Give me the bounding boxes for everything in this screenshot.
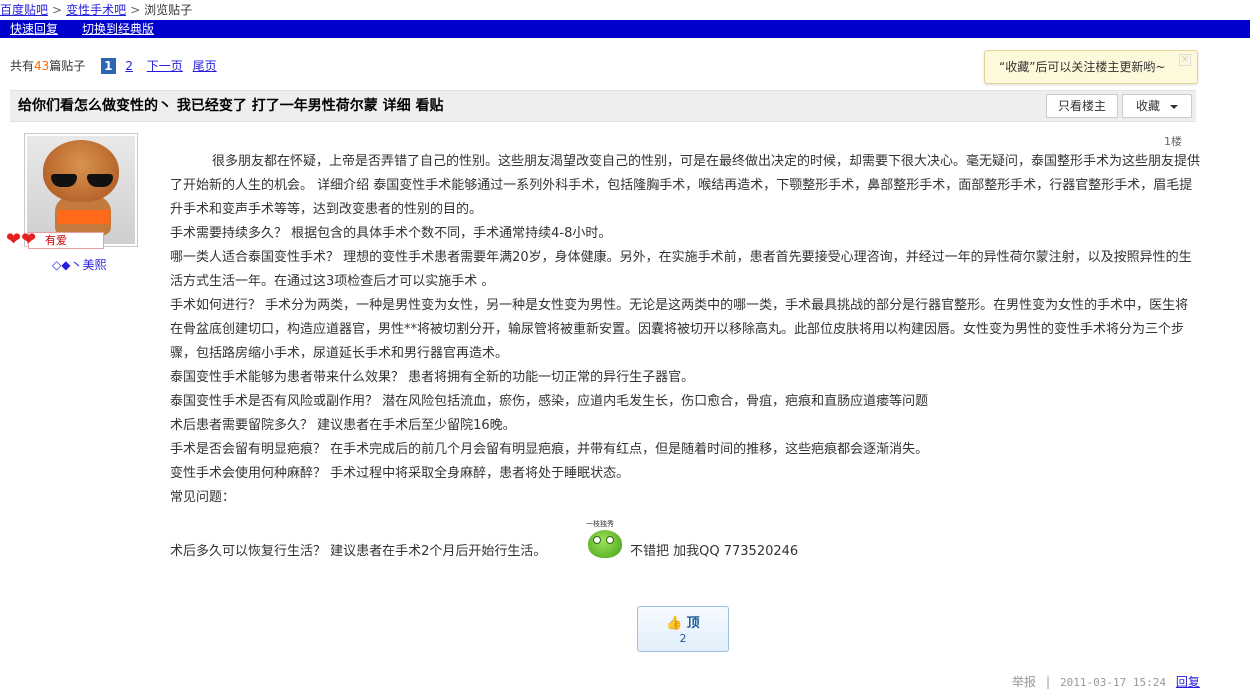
next-page-link[interactable]: 下一页 — [147, 59, 183, 73]
post-date: 2011-03-17 15:24 — [1060, 676, 1167, 689]
only-op-button[interactable]: 只看楼主 — [1046, 94, 1118, 118]
page-current: 1 — [101, 58, 116, 74]
post-footer: 举报 | 2011-03-17 15:24 回复 — [1012, 673, 1200, 690]
heart-icon: ❤❤ — [6, 229, 37, 250]
reply-link[interactable]: 回复 — [1176, 675, 1200, 689]
thread-title: 给你们看怎么做变性的丶 我已经变了 打了一年男性荷尔蒙 详细 看贴 — [18, 98, 444, 114]
post-paragraph: 手术是否会留有明显疤痕？ 在手术完成后的前几个月会留有明显疤痕，并带有红点，但是… — [170, 442, 929, 457]
thumbs-up-icon: 👍 — [666, 616, 683, 631]
post-paragraph: 泰国变性手术是否有风险或副作用？ 潜在风险包括流血，瘀伤，感染，应道内毛发生长，… — [170, 394, 929, 409]
post-paragraph: 术后多久可以恢复行生活？ 建议患者在手术2个月后开始行生活。 — [170, 544, 547, 559]
post-paragraph: 术后患者需要留院多久？ 建议患者在手术后至少留院16晚。 — [170, 418, 516, 433]
post-paragraph: 手术如何进行？ 手术分为两类，一种是男性变为女性，另一种是女性变为男性。无论是这… — [170, 298, 1189, 361]
badge-label: 有爱 — [28, 232, 104, 249]
chevron-down-icon — [1170, 104, 1178, 109]
top-toolbar: 快速回复 切换到经典版 — [0, 20, 1250, 38]
breadcrumb-separator: > — [52, 3, 63, 17]
favorite-button[interactable]: 收藏 — [1122, 94, 1192, 118]
upvote-count: 2 — [679, 632, 687, 645]
pager-prefix: 共有 — [10, 59, 35, 73]
thread-header: 给你们看怎么做变性的丶 我已经变了 打了一年男性荷尔蒙 详细 看贴 只看楼主 收… — [10, 90, 1196, 122]
footer-separator: | — [1046, 675, 1051, 689]
upvote-button[interactable]: 👍 顶 2 — [637, 606, 729, 652]
post-paragraph: 很多朋友都在怀疑，上帝是否弄错了自己的性别。这些朋友渴望改变自己的性别，可是在最… — [170, 154, 1201, 217]
breadcrumb-current: 浏览贴子 — [144, 3, 193, 17]
post-paragraph: 手术需要持续多久？ 根据包含的具体手术个数不同，手术通常持续4-8小时。 — [170, 226, 612, 241]
post-paragraph: 泰国变性手术能够为患者带来什么效果？ 患者将拥有全新的功能一切正常的异行生子器官… — [170, 370, 695, 385]
upvote-label: 顶 — [686, 616, 700, 631]
close-icon[interactable]: ✕ — [1179, 54, 1191, 66]
username-link[interactable]: ◇◆丶美熙 — [52, 256, 106, 273]
post-paragraph: 不错把 加我QQ 773520246 — [630, 544, 799, 559]
dog-avatar-image — [27, 136, 135, 244]
pager: 共有43篇贴子 1 2 下一页 尾页 — [10, 56, 217, 76]
frog-emoticon-icon: 一枝独秀 — [586, 520, 624, 560]
last-page-link[interactable]: 尾页 — [193, 59, 217, 73]
favorite-label: 收藏 — [1135, 99, 1160, 113]
post-content: 很多朋友都在怀疑，上帝是否弄错了自己的性别。这些朋友渴望改变自己的性别，可是在最… — [170, 150, 1200, 510]
breadcrumb-separator: > — [130, 3, 141, 17]
post-count: 43 — [34, 59, 50, 73]
breadcrumb-home-link[interactable]: 百度贴吧 — [0, 3, 48, 17]
switch-classic-link[interactable]: 切换到经典版 — [82, 20, 154, 38]
post-paragraph: 哪一类人适合泰国变性手术？ 理想的变性手术患者需要年满20岁，身体健康。另外，在… — [170, 250, 1192, 289]
post-paragraph: 变性手术会使用何种麻醉？ 手术过程中将采取全身麻醉，患者将处于睡眠状态。 — [170, 466, 630, 481]
page-2-link[interactable]: 2 — [125, 59, 133, 73]
only-op-label: 只看楼主 — [1057, 99, 1106, 113]
favorite-tooltip: “收藏”后可以关注楼主更新哟~ ✕ — [984, 50, 1198, 84]
tooltip-text: “收藏”后可以关注楼主更新哟~ — [999, 60, 1166, 74]
pager-suffix: 篇贴子 — [49, 59, 86, 73]
user-badge: 有爱 ❤❤ — [6, 229, 104, 250]
floor-number: 1楼 — [1164, 135, 1182, 148]
report-link[interactable]: 举报 — [1012, 675, 1036, 689]
quick-reply-link[interactable]: 快速回复 — [10, 20, 58, 38]
breadcrumb-forum-link[interactable]: 变性手术吧 — [66, 3, 126, 17]
emoticon-caption: 一枝独秀 — [586, 520, 614, 528]
post-paragraph: 常见问题： — [170, 490, 236, 505]
breadcrumb: 百度贴吧 > 变性手术吧 > 浏览贴子 — [0, 2, 192, 18]
